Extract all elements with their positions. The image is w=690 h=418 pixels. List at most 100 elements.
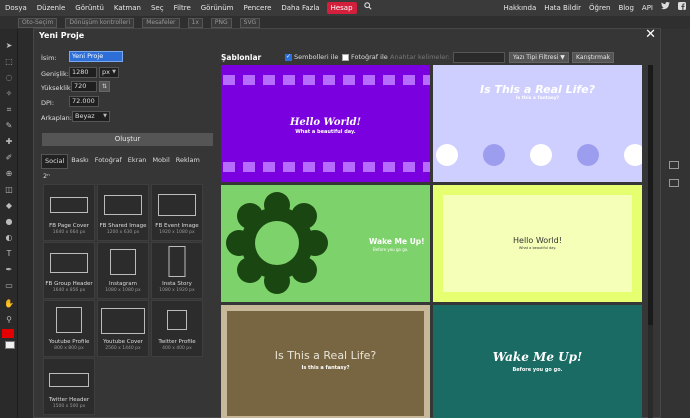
twitter-icon[interactable]	[657, 0, 674, 16]
preset-grid: FB Page Cover 1640 x 664 px FB Shared Im…	[43, 184, 213, 418]
pen-tool-icon[interactable]: ✒	[3, 265, 15, 275]
shuffle-button[interactable]: Karıştırmak	[572, 52, 615, 63]
brush-tool-icon[interactable]: ✐	[3, 153, 15, 163]
template-tile[interactable]: Is This a Real Life? Is this a fantasy?	[221, 305, 430, 418]
export-png-button[interactable]: PNG	[210, 17, 232, 28]
clone-tool-icon[interactable]: ⊕	[3, 169, 15, 179]
template-title: Hello World!	[513, 236, 562, 245]
magic-wand-icon[interactable]: ✧	[3, 89, 15, 99]
preset-twitter-header[interactable]: Twitter Header 1500 x 500 px	[43, 358, 95, 415]
hand-tool-icon[interactable]: ✋	[3, 299, 15, 309]
preset-youtube-profile[interactable]: Youtube Profile 800 x 800 px	[43, 300, 95, 357]
template-tile[interactable]: Wake Me Up! Before you go go.	[221, 185, 430, 302]
export-svg-button[interactable]: SVG	[239, 17, 261, 28]
eyedropper-icon[interactable]: ✎	[3, 121, 15, 131]
preset-youtube-cover[interactable]: Youtube Cover 2560 x 1440 px	[97, 300, 149, 357]
menu-gorunum[interactable]: Görünüm	[196, 0, 239, 16]
menu-filtre[interactable]: Filtre	[169, 0, 196, 16]
preset-fb-page-cover[interactable]: FB Page Cover 1640 x 664 px	[43, 184, 95, 241]
preset-size: 2560 x 1440 px	[105, 346, 141, 351]
tab-fotograf[interactable]: Fotoğraf	[92, 154, 125, 169]
keywords-input[interactable]	[453, 52, 505, 63]
blur-tool-icon[interactable]: ●	[3, 217, 15, 227]
preset-fb-group-header[interactable]: FB Group Header 1640 x 856 px	[43, 242, 95, 299]
tab-power-of-two[interactable]: 2ⁿ	[43, 172, 50, 180]
preset-twitter-profile[interactable]: Twitter Profile 400 x 400 px	[151, 300, 203, 357]
menu-hakkinda[interactable]: Hakkında	[499, 0, 540, 16]
tab-mobil[interactable]: Mobil	[149, 154, 172, 169]
template-title: Hello World!	[289, 117, 362, 128]
close-icon[interactable]: ✕	[645, 28, 656, 41]
background-color-swatch[interactable]	[5, 341, 15, 349]
templates-scrollbar[interactable]	[648, 65, 653, 418]
layers-icon[interactable]	[669, 161, 679, 169]
menu-api[interactable]: API	[638, 0, 657, 16]
template-tile[interactable]: Hello World! What a beautiful day.	[221, 65, 430, 182]
swap-dimensions-icon[interactable]: ⇅	[99, 81, 110, 92]
fill-tool-icon[interactable]: ◆	[3, 201, 15, 211]
template-subtitle: What a beautiful day.	[518, 246, 557, 250]
preset-fb-event-image[interactable]: FB Event Image 1920 x 1080 px	[151, 184, 203, 241]
zoom-tool-icon[interactable]: ⚲	[3, 315, 15, 325]
menu-blog[interactable]: Blog	[614, 0, 637, 16]
width-field[interactable]: 1280	[69, 67, 97, 78]
name-field[interactable]: Yeni Proje	[69, 51, 123, 62]
tab-reklam[interactable]: Reklam	[173, 154, 203, 169]
move-tool-icon[interactable]: ➤	[3, 41, 15, 51]
template-tile[interactable]: Is This a Real Life? Is this a fantasy?	[433, 65, 642, 182]
heal-tool-icon[interactable]: ✚	[3, 137, 15, 147]
preset-size: 1080 x 1080 px	[105, 288, 141, 293]
dialog-title: Yeni Proje	[39, 31, 85, 40]
unit-select[interactable]: px ▼	[99, 67, 119, 78]
tab-ekran[interactable]: Ekran	[125, 154, 150, 169]
search-icon[interactable]	[359, 0, 377, 16]
template-subtitle: What a beautiful day.	[295, 129, 356, 135]
transform-controls-toggle[interactable]: Dönüşüm kontrolleri	[65, 17, 135, 28]
template-tile[interactable]: Wake Me Up! Before you go go.	[433, 305, 642, 418]
preset-name: FB Page Cover	[49, 223, 89, 229]
menu-bar: Dosya Düzenle Görüntü Katman Seç Filtre …	[0, 0, 690, 16]
dpi-field[interactable]: 72.000	[69, 96, 99, 107]
menu-goruntu[interactable]: Görüntü	[70, 0, 109, 16]
preset-insta-story[interactable]: Insta Story 1080 x 1920 px	[151, 242, 203, 299]
scrollbar-thumb[interactable]	[648, 65, 653, 325]
menu-pencere[interactable]: Pencere	[238, 0, 276, 16]
lasso-tool-icon[interactable]: ◌	[3, 73, 15, 83]
shape-tool-icon[interactable]: ▭	[3, 281, 15, 291]
preset-instagram[interactable]: Instagram 1080 x 1080 px	[97, 242, 149, 299]
preset-shape	[104, 195, 142, 215]
photo-checkbox[interactable]	[342, 54, 349, 61]
dodge-tool-icon[interactable]: ◐	[3, 233, 15, 243]
height-field[interactable]: 720	[71, 81, 97, 92]
facebook-icon[interactable]	[674, 0, 690, 16]
menu-hesap[interactable]: Hesap	[326, 2, 357, 14]
template-tile[interactable]: Hello World! What a beautiful day.	[433, 185, 642, 302]
menu-ogren[interactable]: Öğren	[585, 0, 614, 16]
menu-dosya[interactable]: Dosya	[0, 0, 32, 16]
font-filter-button[interactable]: Yazı Tipi Filtresi ▼	[509, 52, 569, 63]
history-icon[interactable]	[669, 179, 679, 187]
zoom-select[interactable]: 1x	[187, 17, 203, 28]
tab-social[interactable]: Social	[41, 154, 69, 169]
tab-baski[interactable]: Baskı	[68, 154, 91, 169]
eraser-tool-icon[interactable]: ◫	[3, 185, 15, 195]
symbols-checkbox[interactable]	[285, 53, 292, 61]
preset-fb-shared-image[interactable]: FB Shared Image 1200 x 630 px	[97, 184, 149, 241]
distances-toggle[interactable]: Mesafeler	[142, 17, 180, 28]
text-tool-icon[interactable]: T	[3, 249, 15, 259]
crop-tool-icon[interactable]: ⌗	[3, 105, 15, 115]
preset-size: 1640 x 664 px	[52, 230, 86, 235]
auto-select-toggle[interactable]: Oto-Seçim	[18, 17, 58, 28]
menu-hata-bildir[interactable]: Hata Bildir	[540, 0, 585, 16]
create-button[interactable]: Oluştur	[42, 133, 213, 146]
marquee-tool-icon[interactable]: ⬚	[3, 57, 15, 67]
preset-name: FB Shared Image	[99, 223, 147, 229]
menu-duzenle[interactable]: Düzenle	[32, 0, 71, 16]
name-label: İsim:	[41, 54, 57, 62]
background-select[interactable]: Beyaz ▼	[72, 111, 110, 122]
preset-shape	[101, 308, 145, 334]
menu-sec[interactable]: Seç	[146, 0, 169, 16]
menu-katman[interactable]: Katman	[109, 0, 146, 16]
foreground-color-swatch[interactable]	[2, 329, 14, 338]
menu-daha-fazla[interactable]: Daha Fazla	[276, 0, 324, 16]
